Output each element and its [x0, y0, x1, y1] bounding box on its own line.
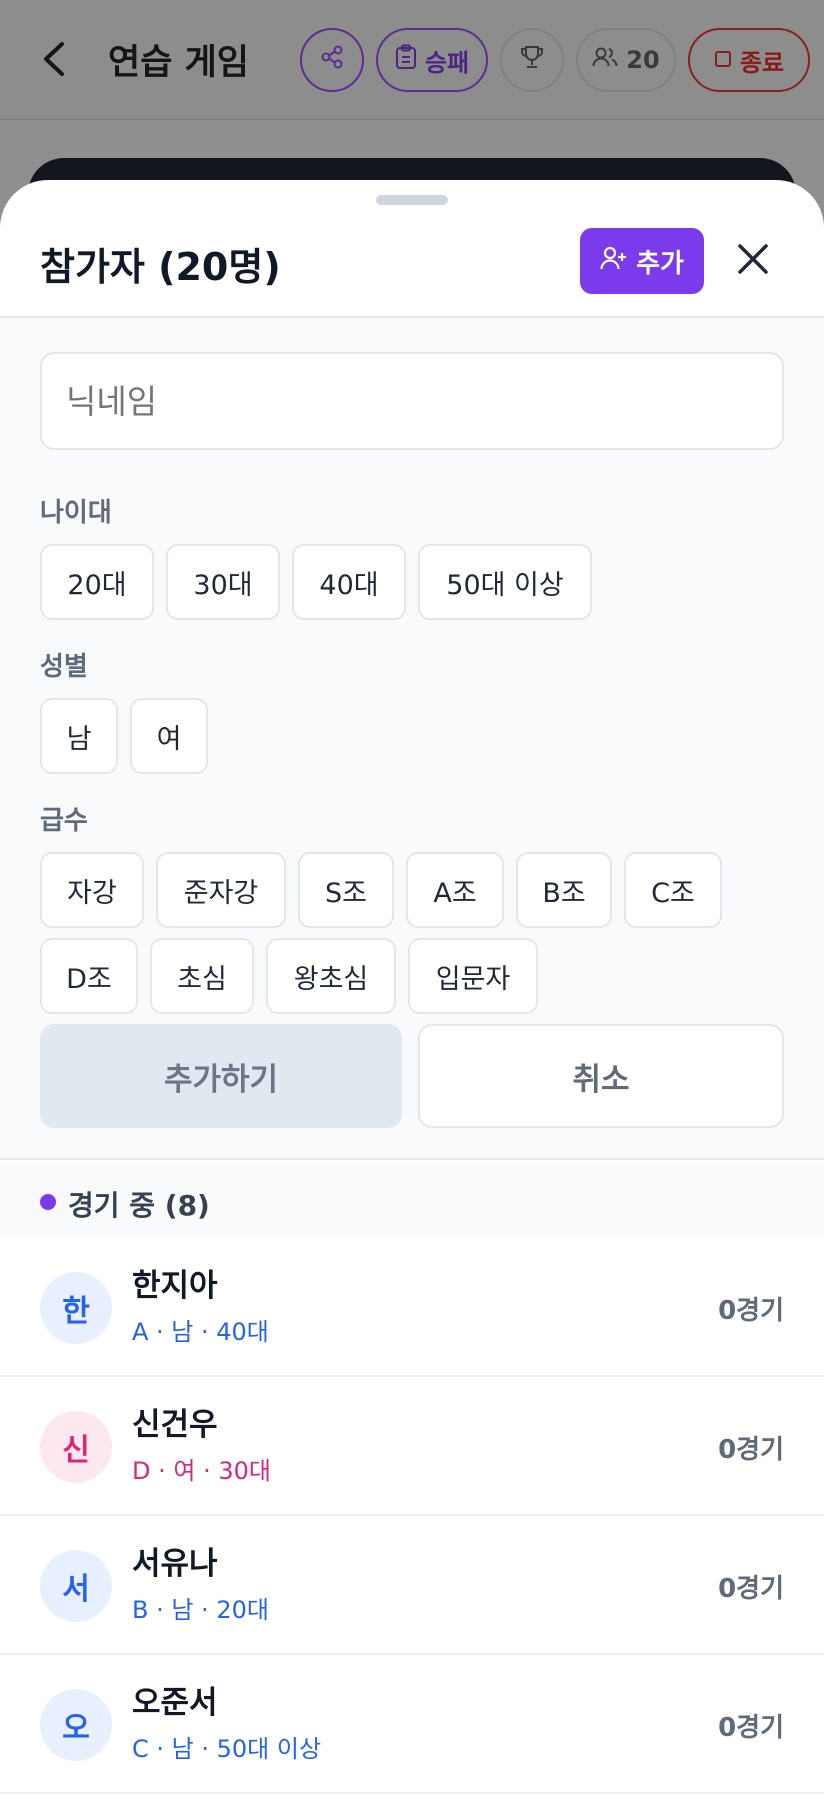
users-icon — [592, 45, 618, 75]
grade-chip-a[interactable]: A조 — [406, 852, 504, 928]
close-icon — [736, 242, 770, 280]
cancel-button[interactable]: 취소 — [418, 1024, 784, 1128]
age-chip-40s[interactable]: 40대 — [292, 544, 406, 620]
avatar: 신 — [40, 1411, 112, 1483]
player-meta: C · 남 · 50대 이상 — [132, 1735, 322, 1763]
gender-label: 성별 — [40, 652, 88, 682]
age-chip-30s[interactable]: 30대 — [166, 544, 280, 620]
trophy-icon — [519, 44, 545, 76]
player-games: 0경기 — [718, 1713, 784, 1743]
player-games: 0경기 — [718, 1574, 784, 1604]
participant-count: 20 — [626, 46, 660, 74]
close-button[interactable] — [728, 236, 778, 286]
player-games: 0경기 — [718, 1296, 784, 1326]
record-label: 승패 — [424, 48, 470, 77]
grade-chip-c[interactable]: C조 — [624, 852, 722, 928]
player-row[interactable]: 한 한지아 A · 남 · 40대 0경기 — [0, 1238, 824, 1377]
user-plus-icon — [600, 245, 628, 278]
player-row[interactable]: 신 신건우 D · 여 · 30대 0경기 — [0, 1377, 824, 1516]
back-icon[interactable] — [36, 34, 76, 84]
status-dot-icon — [40, 1194, 56, 1210]
add-label: 추가 — [636, 248, 684, 279]
player-games: 0경기 — [718, 1435, 784, 1465]
grade-chip-s[interactable]: S조 — [298, 852, 394, 928]
player-name: 서유나 — [132, 1546, 218, 1582]
add-participant-form: 나이대 20대 30대 40대 50대 이상 성별 남 여 급수 자강 준자강 … — [0, 318, 824, 1160]
submit-add-button[interactable]: 추가하기 — [40, 1024, 402, 1128]
age-chip-20s[interactable]: 20대 — [40, 544, 154, 620]
sheet-header: 참가자 (20명) 추가 — [0, 180, 824, 318]
grade-chip-d[interactable]: D조 — [40, 938, 138, 1014]
player-name: 한지아 — [132, 1268, 218, 1304]
playing-section-title: 경기 중 (8) — [68, 1189, 210, 1222]
playing-section-header: 경기 중 (8) — [0, 1162, 824, 1238]
trophy-button[interactable] — [500, 28, 564, 92]
avatar: 오 — [40, 1689, 112, 1761]
end-label: 종료 — [739, 48, 785, 77]
add-participant-button[interactable]: 추가 — [580, 228, 704, 294]
grade-chip-beginner[interactable]: 초심 — [150, 938, 254, 1014]
grade-label: 급수 — [40, 806, 88, 836]
participants-button[interactable]: 20 — [576, 28, 676, 92]
age-chip-50s-plus[interactable]: 50대 이상 — [418, 544, 592, 620]
clipboard-icon — [395, 44, 417, 76]
stop-icon — [714, 46, 732, 74]
grade-chip-novice[interactable]: 왕초심 — [266, 938, 396, 1014]
sheet-title: 참가자 (20명) — [40, 245, 281, 289]
player-row[interactable]: 오 오준서 C · 남 · 50대 이상 0경기 — [0, 1655, 824, 1794]
age-label: 나이대 — [40, 498, 112, 528]
avatar: 서 — [40, 1550, 112, 1622]
player-meta: D · 여 · 30대 — [132, 1457, 271, 1485]
player-name: 신건우 — [132, 1407, 218, 1443]
top-app-bar: 연습 게임 승패 20 종료 — [0, 0, 824, 120]
record-button[interactable]: 승패 — [376, 28, 488, 92]
share-button[interactable] — [300, 28, 364, 92]
grade-chip-starter[interactable]: 입문자 — [408, 938, 538, 1014]
end-game-button[interactable]: 종료 — [688, 28, 810, 92]
grade-chip-junjagang[interactable]: 준자강 — [156, 852, 286, 928]
nickname-input[interactable] — [40, 352, 784, 450]
player-meta: A · 남 · 40대 — [132, 1318, 269, 1346]
grade-chip-b[interactable]: B조 — [516, 852, 612, 928]
grade-chip-jagang[interactable]: 자강 — [40, 852, 144, 928]
player-row[interactable]: 서 서유나 B · 남 · 20대 0경기 — [0, 1516, 824, 1655]
avatar: 한 — [40, 1272, 112, 1344]
page-title: 연습 게임 — [108, 43, 249, 83]
player-meta: B · 남 · 20대 — [132, 1596, 269, 1624]
gender-chip-female[interactable]: 여 — [130, 698, 208, 774]
participants-sheet: 참가자 (20명) 추가 나이대 20대 30대 40대 50대 이상 성별 남… — [0, 180, 824, 1800]
share-icon — [319, 44, 345, 76]
player-name: 오준서 — [132, 1685, 218, 1721]
gender-chip-male[interactable]: 남 — [40, 698, 118, 774]
